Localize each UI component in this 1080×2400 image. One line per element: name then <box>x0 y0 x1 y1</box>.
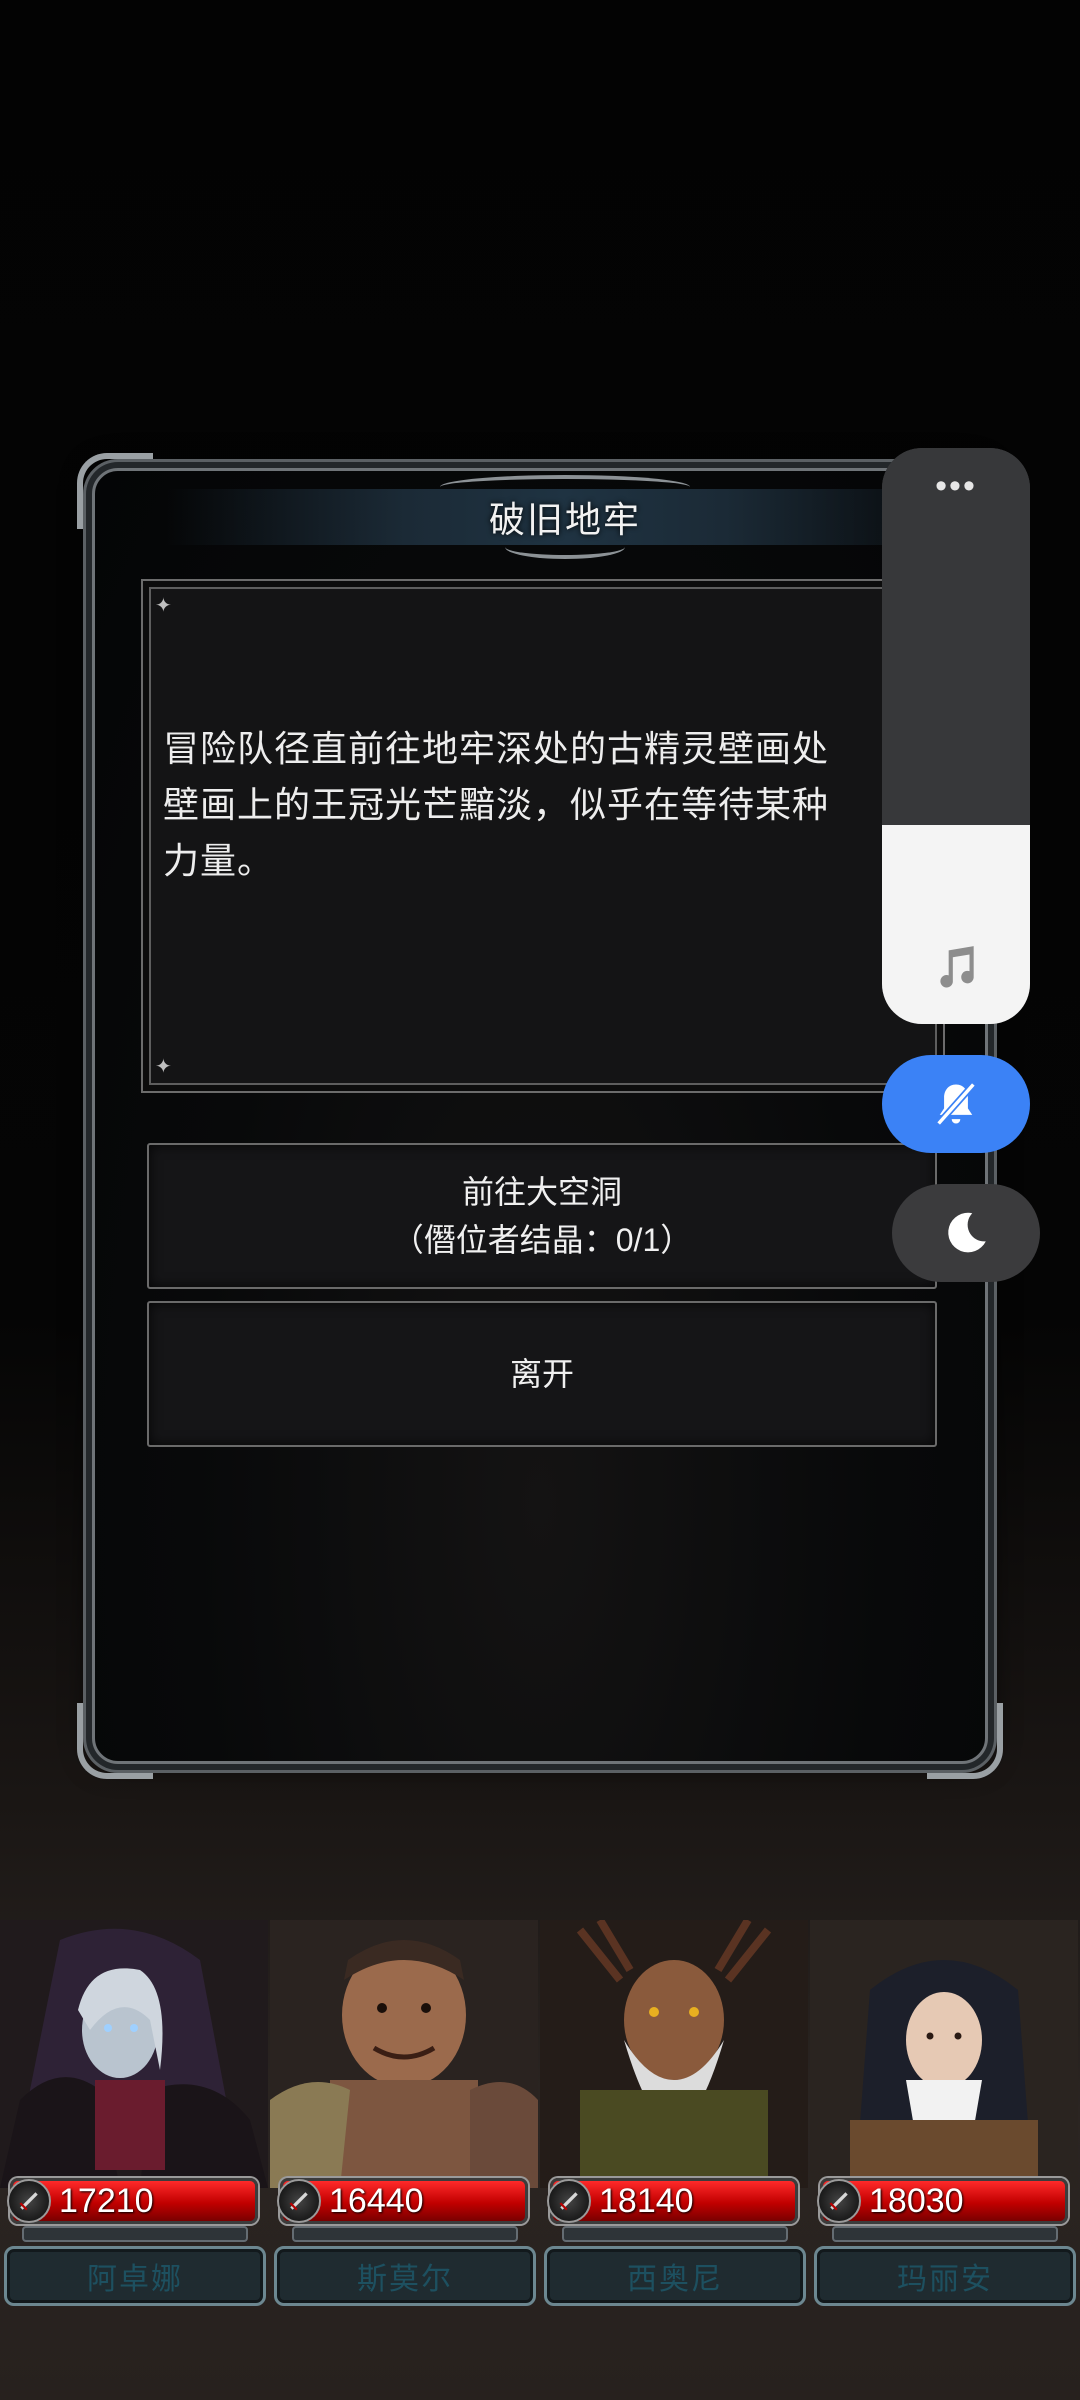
story-text: 冒险队径直前往地牢深处的古精灵壁画处 壁画上的王冠光芒黯淡，似乎在等待某种 力量… <box>163 728 830 881</box>
sorceress-portrait <box>0 1920 268 2188</box>
sword-icon <box>277 2179 321 2223</box>
choice-leave-button[interactable]: 离开 <box>147 1301 937 1447</box>
more-dots-icon[interactable]: ••• <box>882 469 1030 503</box>
frame-ornament <box>77 453 153 529</box>
power-value: 18140 <box>599 2181 694 2220</box>
hero-name: 玛丽安 <box>814 2246 1076 2306</box>
hero-card-1[interactable]: 17210 阿卓娜 <box>0 1920 268 2320</box>
secondary-bar <box>22 2226 248 2242</box>
hero-card-2[interactable]: 16440 斯莫尔 <box>270 1920 538 2320</box>
sword-icon <box>547 2179 591 2223</box>
choice-go-great-cavern-button[interactable]: 前往大空洞 （僭位者结晶：0/1） <box>147 1143 937 1289</box>
volume-fill <box>882 825 1030 1024</box>
secondary-bar <box>832 2226 1058 2242</box>
druid-portrait <box>540 1920 808 2188</box>
bell-slash-icon <box>936 1082 976 1126</box>
power-bar: 18030 <box>817 2178 1068 2224</box>
secondary-bar <box>562 2226 788 2242</box>
choice-label: 前往大空洞 <box>461 1174 622 1210</box>
power-value: 17210 <box>59 2181 154 2220</box>
mute-toggle-button[interactable] <box>882 1055 1030 1153</box>
secondary-bar <box>292 2226 518 2242</box>
sword-icon <box>817 2179 861 2223</box>
party-bar: 17210 阿卓娜 16440 斯莫尔 18140 西奥尼 18030 玛丽安 <box>0 1920 1080 2320</box>
music-note-icon <box>940 946 974 988</box>
choice-label: 离开 <box>509 1356 574 1392</box>
nun-portrait <box>810 1920 1078 2188</box>
dialog-title-bar: 破旧地牢 <box>165 475 965 559</box>
title-ornament <box>440 475 690 499</box>
volume-slider[interactable]: ••• <box>882 448 1030 1024</box>
power-bar: 17210 <box>7 2178 258 2224</box>
hero-card-3[interactable]: 18140 西奥尼 <box>540 1920 808 2320</box>
sparkle-icon: ✦ <box>155 595 172 617</box>
brute-portrait <box>270 1920 538 2188</box>
frame-ornament <box>927 1703 1003 1779</box>
hero-card-4[interactable]: 18030 玛丽安 <box>810 1920 1078 2320</box>
power-bar: 16440 <box>277 2178 528 2224</box>
moon-icon <box>948 1212 986 1253</box>
hero-name: 西奥尼 <box>544 2246 806 2306</box>
hero-name: 斯莫尔 <box>274 2246 536 2306</box>
power-bar: 18140 <box>547 2178 798 2224</box>
event-dialog: 破旧地牢 ✦ ✦ ✦ 冒险队径直前往地牢深处的古精灵壁画处 壁画上的王冠光芒黯淡… <box>77 453 1003 1779</box>
hero-name: 阿卓娜 <box>4 2246 266 2306</box>
power-value: 18030 <box>869 2181 964 2220</box>
sparkle-icon: ✦ <box>155 1056 172 1078</box>
title-ornament <box>505 535 625 559</box>
dark-mode-button[interactable] <box>892 1184 1040 1282</box>
power-value: 16440 <box>329 2181 424 2220</box>
choice-requirement: （僭位者结晶：0/1） <box>391 1222 693 1258</box>
frame-ornament <box>77 1703 153 1779</box>
story-panel: ✦ ✦ ✦ 冒险队径直前往地牢深处的古精灵壁画处 壁画上的王冠光芒黯淡，似乎在等… <box>141 579 945 1093</box>
sword-icon <box>7 2179 51 2223</box>
